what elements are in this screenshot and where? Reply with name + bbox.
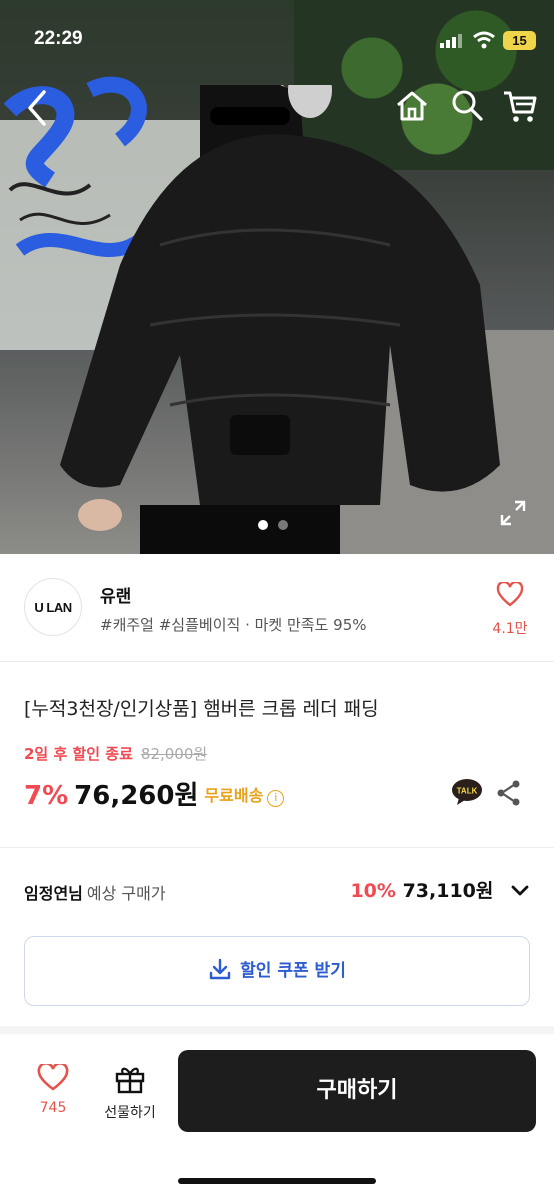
shipping-badge: 무료배송 xyxy=(204,786,264,805)
gift-label: 선물하기 xyxy=(104,1105,156,1121)
coupon-label: 할인 쿠폰 받기 xyxy=(240,961,346,981)
model-figure xyxy=(60,85,500,554)
gift-button[interactable]: 선물하기 xyxy=(94,1064,166,1122)
share-icon[interactable] xyxy=(496,779,522,807)
status-time: 22:29 xyxy=(34,28,83,49)
signal-icon xyxy=(440,34,462,48)
info-icon[interactable]: i xyxy=(267,790,285,807)
price-row: 7% 76,260원 무료배송 i xyxy=(24,775,285,811)
seller-logo[interactable]: U LAN xyxy=(24,578,82,636)
divider xyxy=(0,847,554,848)
gift-icon xyxy=(115,1067,145,1094)
original-price: 82,000원 xyxy=(140,745,208,763)
chevron-down-icon xyxy=(511,885,529,896)
heart-icon xyxy=(37,1062,69,1091)
promo-label: 2일 후 할인 종료 xyxy=(24,745,133,763)
promo-row: 2일 후 할인 종료 82,000원 xyxy=(24,743,207,764)
expected-price: 73,110원 xyxy=(402,880,494,902)
expected-label: 예상 구매가 xyxy=(86,884,166,903)
like-button[interactable]: 745 xyxy=(30,1062,76,1116)
seller-favorite-count: 4.1만 xyxy=(492,621,528,637)
expected-discount-rate: 10% xyxy=(350,880,396,902)
user-name: 임정연님 xyxy=(24,884,83,903)
seller-section[interactable]: U LAN 유랜 #캐주얼 #심플베이직 · 마켓 만족도 95% 4.1만 xyxy=(0,554,554,662)
home-icon[interactable] xyxy=(394,88,430,124)
download-icon xyxy=(209,958,231,980)
like-count: 745 xyxy=(39,1100,67,1116)
home-indicator xyxy=(178,1178,376,1184)
seller-tags: #캐주얼 #심플베이직 · 마켓 만족도 95% xyxy=(100,616,367,634)
expected-price-label: 임정연님 예상 구매가 xyxy=(24,880,166,904)
heart-icon xyxy=(496,580,524,607)
product-image[interactable]: 22:29 15 xyxy=(0,0,554,554)
carousel-indicator xyxy=(258,515,298,534)
coupon-button[interactable]: 할인 쿠폰 받기 xyxy=(24,936,530,1006)
seller-name[interactable]: 유랜 xyxy=(100,582,131,607)
wifi-icon xyxy=(473,31,495,49)
section-separator xyxy=(0,1026,554,1034)
cart-icon[interactable] xyxy=(502,88,538,124)
product-title: [누적3천장/인기상품] 햄버른 크롭 레더 패딩 xyxy=(24,698,379,720)
bottom-action-bar: 745 선물하기 구매하기 xyxy=(0,1034,554,1200)
expected-price-toggle[interactable]: 10% 73,110원 xyxy=(350,876,530,903)
discount-rate: 7% xyxy=(24,781,69,811)
seller-favorite-button[interactable]: 4.1만 xyxy=(490,580,530,638)
expand-icon[interactable] xyxy=(500,500,526,526)
search-icon[interactable] xyxy=(450,88,484,124)
carousel-dot xyxy=(278,520,288,530)
sale-price: 76,260원 xyxy=(74,781,199,811)
buy-button[interactable]: 구매하기 xyxy=(178,1050,536,1132)
back-icon[interactable] xyxy=(20,86,54,130)
status-bar: 22:29 15 xyxy=(0,0,554,80)
svg-text:TALK: TALK xyxy=(457,787,478,796)
battery-icon: 15 xyxy=(503,31,536,50)
carousel-dot-active xyxy=(258,520,268,530)
talk-icon[interactable]: TALK xyxy=(451,778,483,806)
